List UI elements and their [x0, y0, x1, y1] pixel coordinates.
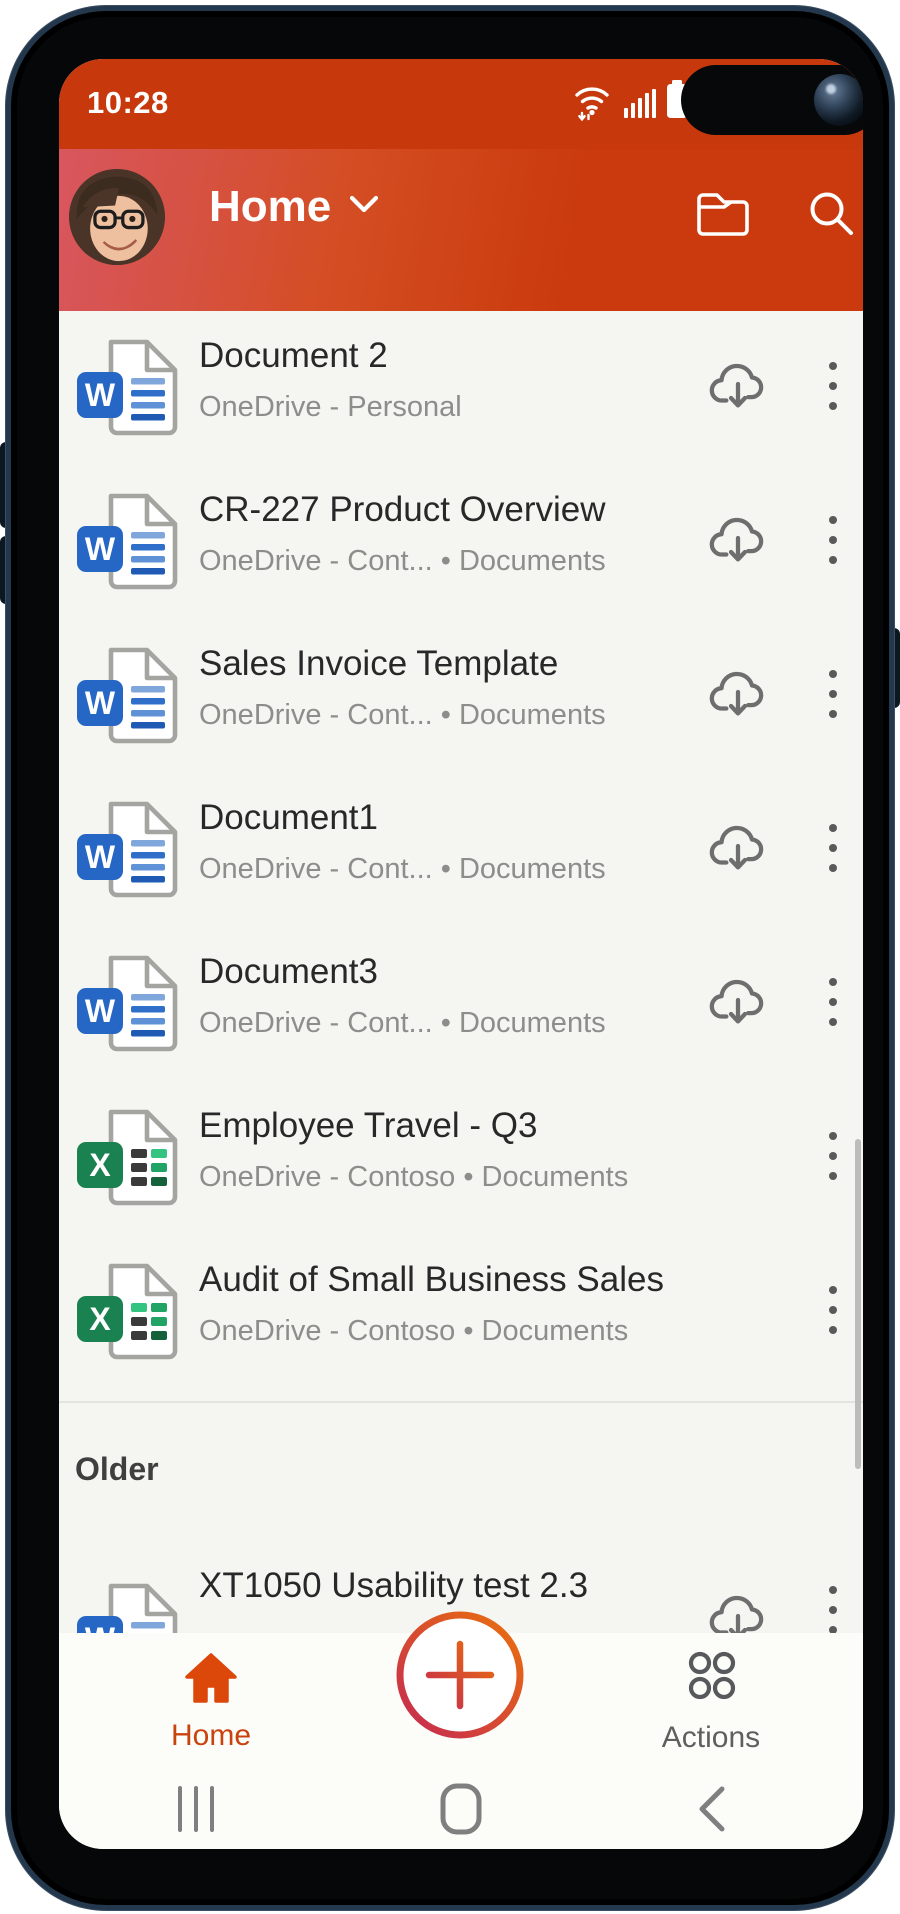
file-row-cr227[interactable]: W CR-227 Product Overview OneDrive - Con… [59, 465, 863, 619]
excel-file-icon: X [75, 1107, 187, 1209]
avatar[interactable] [69, 169, 165, 265]
wifi-icon [571, 80, 613, 127]
android-home-button[interactable] [406, 1777, 516, 1841]
file-title: Document 2 [199, 335, 462, 377]
search-icon[interactable] [803, 185, 859, 241]
word-file-icon: W [75, 337, 187, 439]
file-title: Audit of Small Business Sales [199, 1259, 664, 1301]
chevron-down-icon [349, 195, 379, 219]
nav-home-button[interactable]: Home [111, 1633, 311, 1769]
file-title: Document3 [199, 951, 606, 993]
file-location: OneDrive - Contoso • Documents [199, 1315, 664, 1348]
camera-cutout [681, 65, 863, 135]
download-cloud-icon[interactable] [707, 663, 769, 725]
word-file-icon: W [75, 645, 187, 747]
nav-actions-button[interactable]: Actions [611, 1633, 811, 1769]
file-title: XT1050 Usability test 2.3 [199, 1565, 588, 1607]
svg-text:X: X [89, 1301, 111, 1337]
folder-icon[interactable] [695, 185, 751, 241]
android-nav-bar [59, 1769, 863, 1849]
scrollbar-thumb[interactable] [855, 1139, 861, 1469]
file-title: Employee Travel - Q3 [199, 1105, 628, 1147]
file-location: OneDrive - Cont... • Documents [199, 545, 606, 578]
svg-text:W: W [85, 377, 116, 413]
older-section-label: Older [75, 1451, 159, 1488]
download-cloud-icon[interactable] [707, 355, 769, 417]
signal-icon [622, 80, 656, 127]
excel-file-icon: X [75, 1261, 187, 1363]
svg-text:W: W [85, 685, 116, 721]
section-divider [59, 1401, 863, 1403]
word-file-icon: W [75, 491, 187, 593]
word-file-icon: W [75, 799, 187, 901]
phone-screen: 10:28 [59, 59, 863, 1849]
file-location: OneDrive - Cont... • Documents [199, 699, 606, 732]
file-row-audit-sales[interactable]: X Audit of Small Business Sales OneDrive… [59, 1235, 863, 1389]
more-options-button[interactable] [815, 1123, 851, 1189]
nav-actions-label: Actions [662, 1721, 760, 1755]
create-new-button[interactable] [394, 1609, 526, 1741]
more-options-button[interactable] [815, 507, 851, 573]
nav-home-label: Home [171, 1719, 251, 1753]
download-cloud-icon[interactable] [707, 509, 769, 571]
page-title: Home [209, 182, 331, 232]
more-options-button[interactable] [815, 1277, 851, 1343]
file-location: OneDrive - Cont... • Documents [199, 853, 606, 886]
svg-text:W: W [85, 531, 116, 567]
more-options-button[interactable] [815, 969, 851, 1035]
file-location: OneDrive - Contoso • Documents [199, 1161, 628, 1194]
file-row-document3[interactable]: W Document3 OneDrive - Cont... • Documen… [59, 927, 863, 1081]
more-options-button[interactable] [815, 353, 851, 419]
download-cloud-icon[interactable] [707, 971, 769, 1033]
word-file-icon: W [75, 953, 187, 1055]
svg-text:W: W [85, 993, 116, 1029]
actions-icon [681, 1648, 741, 1711]
file-row-document-2[interactable]: W Document 2 OneDrive - Personal [59, 311, 863, 465]
recents-button[interactable] [141, 1777, 251, 1841]
file-title: Document1 [199, 797, 606, 839]
clock: 10:28 [87, 85, 169, 121]
more-options-button[interactable] [815, 661, 851, 727]
phone-frame: 10:28 [6, 6, 894, 1910]
home-icon [182, 1650, 240, 1709]
download-cloud-icon[interactable] [707, 817, 769, 879]
file-title: CR-227 Product Overview [199, 489, 606, 531]
app-header: Home [59, 149, 863, 311]
file-row-document1[interactable]: W Document1 OneDrive - Cont... • Documen… [59, 773, 863, 927]
file-location: OneDrive - Cont... • Documents [199, 1007, 606, 1040]
status-bar: 10:28 [59, 59, 863, 149]
file-row-sales-invoice[interactable]: W Sales Invoice Template OneDrive - Cont… [59, 619, 863, 773]
home-dropdown[interactable]: Home [209, 182, 379, 232]
front-camera-icon [814, 74, 863, 126]
svg-text:X: X [89, 1147, 111, 1183]
back-button[interactable] [656, 1777, 766, 1841]
svg-text:W: W [85, 839, 116, 875]
file-row-employee-travel[interactable]: X Employee Travel - Q3 OneDrive - Contos… [59, 1081, 863, 1235]
file-title: Sales Invoice Template [199, 643, 606, 685]
file-location: OneDrive - Personal [199, 391, 462, 424]
more-options-button[interactable] [815, 815, 851, 881]
